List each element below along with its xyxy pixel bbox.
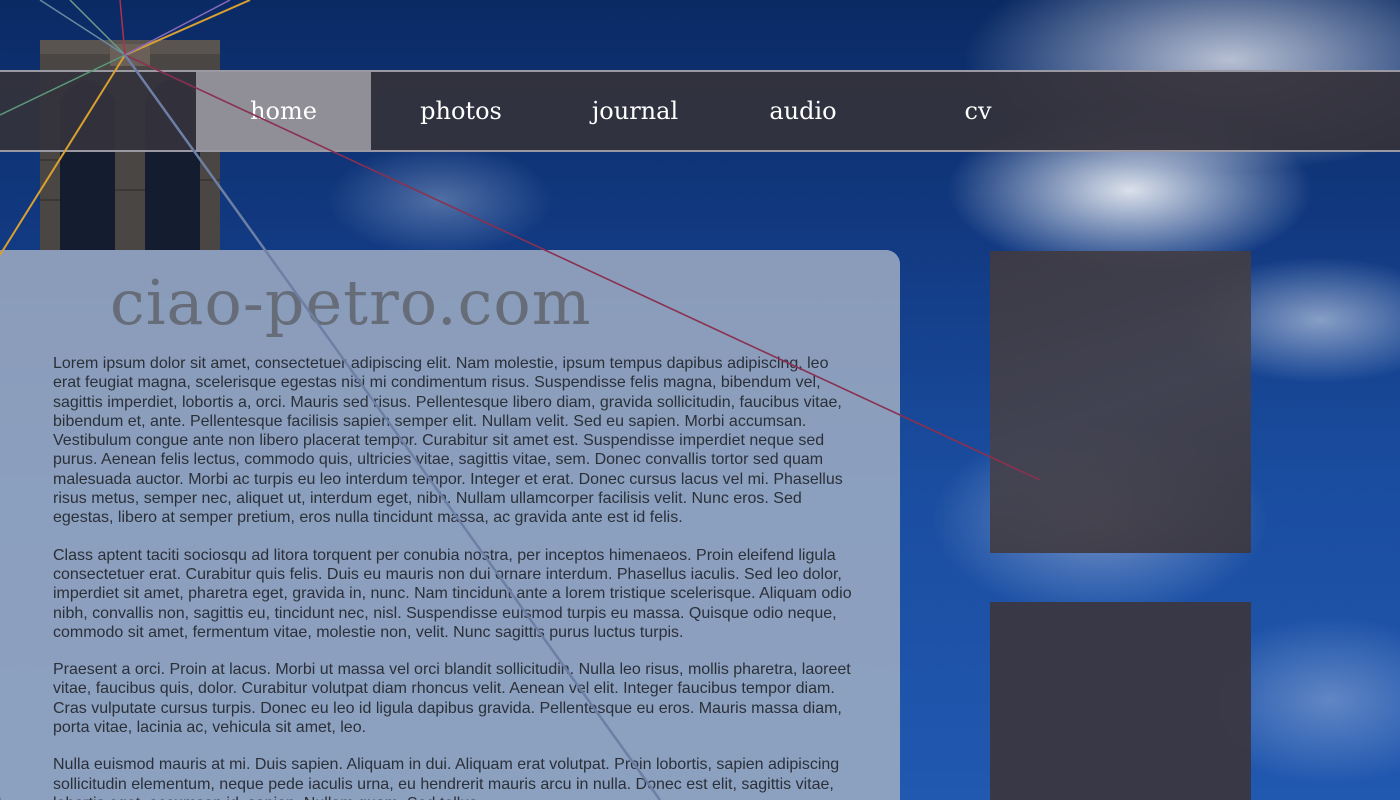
- paragraph: Praesent a orci. Proin at lacus. Morbi u…: [53, 661, 851, 737]
- article-body: Lorem ipsum dolor sit amet, consectetuer…: [53, 354, 853, 800]
- nav-item-audio[interactable]: audio: [718, 72, 888, 150]
- nav-item-home[interactable]: home: [196, 72, 371, 150]
- main-navigation: home photos journal audio cv: [0, 70, 1400, 152]
- nav-item-journal[interactable]: journal: [550, 72, 720, 150]
- nav-item-cv[interactable]: cv: [893, 72, 1063, 150]
- nav-item-photos[interactable]: photos: [376, 72, 546, 150]
- site-title: ciao-petro.com: [110, 266, 592, 339]
- paragraph: Nulla euismod mauris at mi. Duis sapien.…: [53, 756, 840, 800]
- paragraph: Class aptent taciti sociosqu ad litora t…: [53, 546, 852, 641]
- content-panel: ciao-petro.com Lorem ipsum dolor sit ame…: [0, 250, 900, 800]
- sidebar-box-bottom: [990, 602, 1251, 800]
- paragraph: Lorem ipsum dolor sit amet, consectetuer…: [53, 355, 843, 527]
- sidebar-box-top: [990, 251, 1251, 553]
